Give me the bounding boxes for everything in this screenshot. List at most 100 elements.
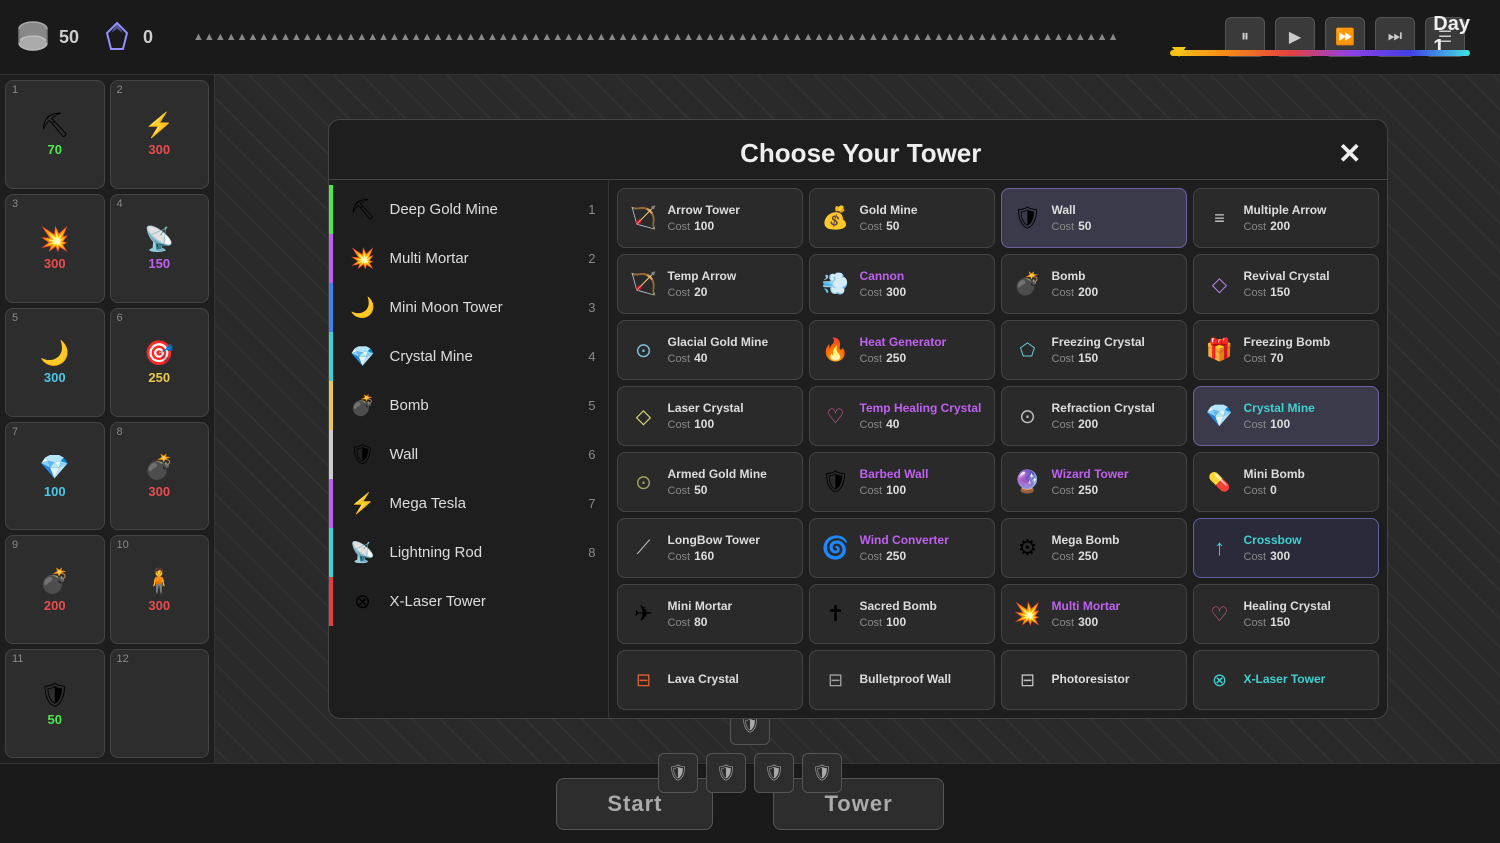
card-temp-arrow[interactable]: 🏹 Temp Arrow Cost 20 (617, 254, 803, 314)
tower-grid: 🏹 Arrow Tower Cost 100 💰 Gold Mine (609, 180, 1387, 718)
card-refraction-crystal[interactable]: ⊙ Refraction Crystal Cost 200 (1001, 386, 1187, 446)
sidebar-slot-3[interactable]: 3 💥 300 (5, 194, 105, 303)
sidebar-slot-7[interactable]: 7 💎 100 (5, 422, 105, 531)
card-lava-crystal[interactable]: ⊟ Lava Crystal (617, 650, 803, 710)
list-item-bomb[interactable]: 💣 Bomb 5 (329, 381, 608, 430)
card-laser-crystal[interactable]: ◇ Laser Crystal Cost 100 (617, 386, 803, 446)
slot-icon-3: 💥 (40, 225, 70, 254)
card-freezing-crystal[interactable]: ⬠ Freezing Crystal Cost 150 (1001, 320, 1187, 380)
card-name-glacial-gold-mine: Glacial Gold Mine (668, 335, 769, 351)
card-heat-generator[interactable]: 🔥 Heat Generator Cost 250 (809, 320, 995, 380)
card-armed-gold-mine[interactable]: ⊙ Armed Gold Mine Cost 50 (617, 452, 803, 512)
slot-cost-9: 200 (44, 598, 66, 613)
list-num-6: 6 (588, 447, 595, 462)
card-icon-cannon: 💨 (820, 271, 852, 297)
sidebar-slot-9[interactable]: 9 💣 200 (5, 535, 105, 644)
card-multiple-arrow[interactable]: ≡ Multiple Arrow Cost 200 (1193, 188, 1379, 248)
card-icon-armed-gold-mine: ⊙ (628, 470, 660, 495)
card-icon-glacial-gold-mine: ⊙ (628, 338, 660, 363)
sidebar-slot-12[interactable]: 12 (110, 649, 210, 758)
card-icon-temp-healing-crystal: ♡ (820, 404, 852, 429)
list-item-multi-mortar[interactable]: 💥 Multi Mortar 2 (329, 234, 608, 283)
card-icon-crystal-mine: 💎 (1204, 403, 1236, 429)
slot-icon-2: ⚡ (144, 111, 174, 140)
card-longbow-tower[interactable]: ⟋ LongBow Tower Cost 160 (617, 518, 803, 578)
sidebar-slot-5[interactable]: 5 🌙 300 (5, 308, 105, 417)
card-crystal-mine[interactable]: 💎 Crystal Mine Cost 100 (1193, 386, 1379, 446)
sidebar-slot-6[interactable]: 6 🎯 250 (110, 308, 210, 417)
card-freezing-bomb[interactable]: 🎁 Freezing Bomb Cost 70 (1193, 320, 1379, 380)
card-photoresistor[interactable]: ⊟ Photoresistor (1001, 650, 1187, 710)
list-icon-deep-gold-mine: ⛏ (348, 197, 378, 222)
list-item-crystal-mine[interactable]: 💎 Crystal Mine 4 (329, 332, 608, 381)
card-icon-bulletproof-wall: ⊟ (820, 670, 852, 691)
card-crossbow[interactable]: ↑ Crossbow Cost 300 (1193, 518, 1379, 578)
card-icon-longbow-tower: ⟋ (628, 537, 660, 560)
sidebar-slot-10[interactable]: 10 🧍 300 (110, 535, 210, 644)
list-name-bomb: Bomb (390, 397, 429, 414)
card-gold-mine[interactable]: 💰 Gold Mine Cost 50 (809, 188, 995, 248)
card-glacial-gold-mine[interactable]: ⊙ Glacial Gold Mine Cost 40 (617, 320, 803, 380)
card-temp-healing-crystal[interactable]: ♡ Temp Healing Crystal Cost 40 (809, 386, 995, 446)
card-mega-bomb[interactable]: ⚙ Mega Bomb Cost 250 (1001, 518, 1187, 578)
card-mini-bomb[interactable]: 💊 Mini Bomb Cost 0 (1193, 452, 1379, 512)
list-item-deep-gold-mine[interactable]: ⛏ Deep Gold Mine 1 (329, 185, 608, 234)
slot-icon-11: 🛡 (40, 681, 70, 710)
card-healing-crystal[interactable]: ♡ Healing Crystal Cost 150 (1193, 584, 1379, 644)
card-icon-barbed-wall: 🛡 (820, 469, 852, 495)
card-name-refraction-crystal: Refraction Crystal (1052, 401, 1155, 417)
day-bar (1170, 47, 1470, 59)
sidebar-slot-2[interactable]: 2 ⚡ 300 (110, 80, 210, 189)
gold-resource: 50 (15, 19, 79, 55)
slot-cost-11: 50 (48, 712, 62, 727)
choose-tower-modal: Choose Your Tower ✕ ⛏ Deep Gold Mine 1 💥… (328, 119, 1388, 719)
card-multi-mortar[interactable]: 💥 Multi Mortar Cost 300 (1001, 584, 1187, 644)
enemy-progress: ▲▲▲▲▲▲▲▲▲▲▲▲▲▲▲▲▲▲▲▲▲▲▲▲▲▲▲▲▲▲▲▲▲▲▲▲▲▲▲▲… (193, 27, 1205, 47)
card-icon-temp-arrow: 🏹 (628, 271, 660, 297)
list-item-wall[interactable]: 🛡 Wall 6 (329, 430, 608, 479)
card-name-laser-crystal: Laser Crystal (668, 401, 744, 417)
sidebar-slot-8[interactable]: 8 💣 300 (110, 422, 210, 531)
slot-icon-7: 💎 (40, 453, 70, 482)
list-icon-mini-moon: 🌙 (348, 295, 378, 320)
list-item-mega-tesla[interactable]: ⚡ Mega Tesla 7 (329, 479, 608, 528)
card-bomb[interactable]: 💣 Bomb Cost 200 (1001, 254, 1187, 314)
card-wall[interactable]: 🛡 Wall Cost 50 (1001, 188, 1187, 248)
card-barbed-wall[interactable]: 🛡 Barbed Wall Cost 100 (809, 452, 995, 512)
modal-close-button[interactable]: ✕ (1338, 140, 1361, 168)
list-name-deep-gold-mine: Deep Gold Mine (390, 201, 498, 218)
card-x-laser-tower[interactable]: ⊗ X-Laser Tower (1193, 650, 1379, 710)
card-wizard-tower[interactable]: 🔮 Wizard Tower Cost 250 (1001, 452, 1187, 512)
slot-cost-10: 300 (148, 598, 170, 613)
card-sacred-bomb[interactable]: ✝ Sacred Bomb Cost 100 (809, 584, 995, 644)
list-name-lightning-rod: Lightning Rod (390, 544, 483, 561)
list-icon-multi-mortar: 💥 (348, 246, 378, 271)
card-revival-crystal[interactable]: ◇ Revival Crystal Cost 150 (1193, 254, 1379, 314)
slot-icon-5: 🌙 (40, 339, 70, 368)
sidebar-slot-4[interactable]: 4 📡 150 (110, 194, 210, 303)
slot-cost-7: 100 (44, 484, 66, 499)
list-item-x-laser[interactable]: ⊗ X-Laser Tower (329, 577, 608, 626)
bottombar: Start Tower 🛡 🛡 🛡 🛡 🛡 (0, 763, 1500, 843)
card-bulletproof-wall[interactable]: ⊟ Bulletproof Wall (809, 650, 995, 710)
card-mini-mortar[interactable]: ✈ Mini Mortar Cost 80 (617, 584, 803, 644)
card-arrow-tower[interactable]: 🏹 Arrow Tower Cost 100 (617, 188, 803, 248)
sidebar-slot-1[interactable]: 1 ⛏ 70 (5, 80, 105, 189)
card-icon-freezing-bomb: 🎁 (1204, 337, 1236, 363)
slot-icon-4: 📡 (144, 225, 174, 254)
card-name-temp-arrow: Temp Arrow (668, 269, 737, 285)
card-name-barbed-wall: Barbed Wall (860, 467, 929, 483)
card-wind-converter[interactable]: 🌀 Wind Converter Cost 250 (809, 518, 995, 578)
card-icon-arrow-tower: 🏹 (628, 205, 660, 231)
crystal-icon (99, 19, 135, 55)
list-name-x-laser: X-Laser Tower (390, 593, 486, 610)
list-item-lightning-rod[interactable]: 📡 Lightning Rod 8 (329, 528, 608, 577)
slot-num-2: 2 (117, 84, 123, 96)
slot-num-10: 10 (117, 539, 129, 551)
card-cannon[interactable]: 💨 Cannon Cost 300 (809, 254, 995, 314)
card-icon-wizard-tower: 🔮 (1012, 469, 1044, 495)
card-name-armed-gold-mine: Armed Gold Mine (668, 467, 767, 483)
list-item-mini-moon[interactable]: 🌙 Mini Moon Tower 3 (329, 283, 608, 332)
sidebar-slot-11[interactable]: 11 🛡 50 (5, 649, 105, 758)
slot-cost-8: 300 (148, 484, 170, 499)
